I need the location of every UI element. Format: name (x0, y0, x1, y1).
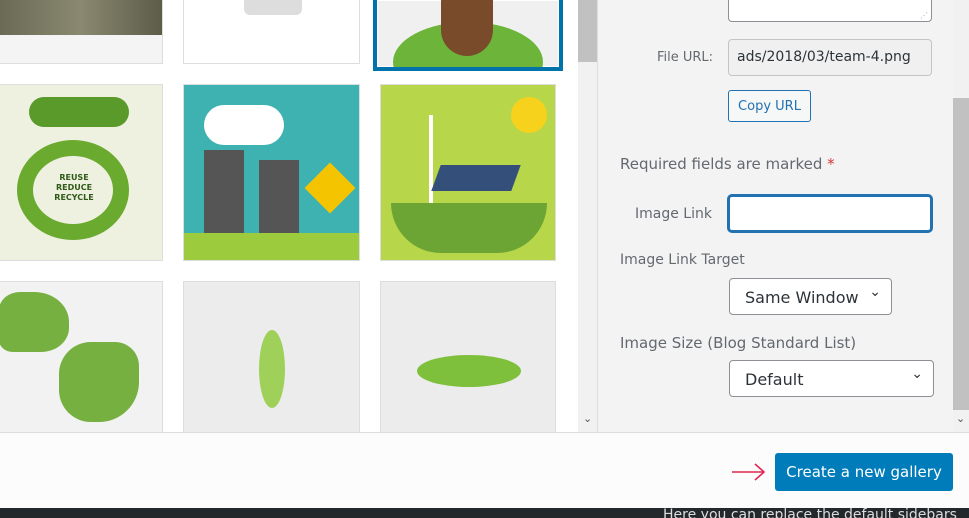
media-item-team-4-selected[interactable] (373, 0, 563, 71)
image-size-value: Default (745, 370, 804, 389)
media-modal-toolbar: Create a new gallery (0, 432, 969, 508)
scrollbar-thumb[interactable] (953, 98, 969, 410)
scrollbar-thumb[interactable] (578, 0, 597, 62)
media-item-leaf-horizontal[interactable] (380, 281, 556, 432)
media-item-recycle[interactable]: REUSE REDUCE RECYCLE (0, 84, 163, 261)
file-url-label: File URL: (657, 50, 714, 65)
media-item-leaf-vertical[interactable] (183, 281, 360, 432)
copy-url-button[interactable]: Copy URL (728, 90, 811, 122)
background-page: Here you can replace the default sidebar… (0, 508, 969, 518)
chevron-down-icon: ⌄ (869, 284, 881, 300)
image-size-label: Image Size (Blog Standard List) (620, 334, 857, 352)
chevron-down-icon: ⌄ (911, 366, 923, 382)
resize-handle-icon[interactable]: ⋰ (920, 11, 928, 20)
image-link-input[interactable] (728, 195, 932, 232)
required-note-text: Required fields are marked (620, 155, 823, 173)
required-note: Required fields are marked * (620, 155, 835, 173)
media-grid-scrollbar[interactable]: ⌄ (578, 0, 597, 432)
recycle-text: REUSE REDUCE RECYCLE (54, 173, 94, 202)
file-url-field[interactable]: ads/2018/03/team-4.png (728, 39, 932, 76)
image-link-label: Image Link (635, 206, 712, 222)
media-grid: REUSE REDUCE RECYCLE (0, 0, 578, 432)
media-item-world-map[interactable] (0, 281, 163, 432)
required-asterisk: * (827, 155, 835, 173)
arrow-right-icon (732, 463, 766, 481)
media-item-nuclear-plant[interactable] (183, 84, 360, 261)
background-text: Here you can replace the default sidebar… (663, 508, 957, 518)
create-gallery-button[interactable]: Create a new gallery (775, 453, 953, 491)
description-textarea[interactable]: ⋰ (728, 0, 932, 22)
media-item-shirt[interactable] (183, 0, 360, 64)
attachment-details-panel: ⋰ File URL: ads/2018/03/team-4.png Copy … (597, 0, 953, 432)
media-item-photo[interactable] (0, 0, 163, 64)
details-scrollbar[interactable]: ⌄ (953, 0, 969, 432)
chevron-down-icon[interactable]: ⌄ (956, 412, 965, 425)
image-link-target-label: Image Link Target (620, 252, 745, 268)
chevron-down-icon[interactable]: ⌄ (583, 412, 592, 425)
media-item-wind-solar[interactable] (380, 84, 556, 261)
image-link-target-select[interactable]: Same Window ⌄ (729, 278, 892, 315)
image-size-select[interactable]: Default ⌄ (729, 360, 934, 397)
image-link-target-value: Same Window (745, 288, 859, 307)
